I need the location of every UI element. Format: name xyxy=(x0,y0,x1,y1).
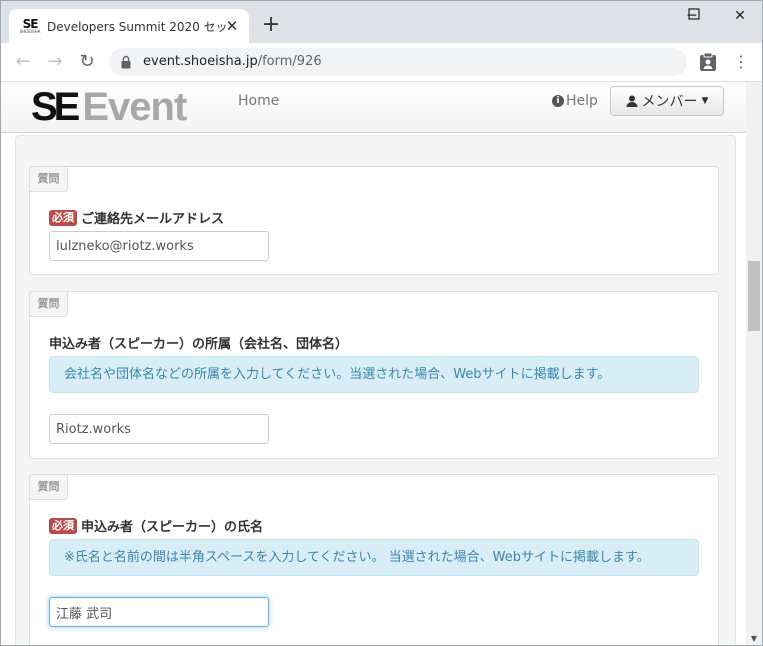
question-label-text: 申込み者（スピーカー）の所属（会社名、団体名） xyxy=(49,337,349,352)
forward-arrow-icon[interactable]: → xyxy=(43,50,67,74)
tab-close-icon[interactable]: ✕ xyxy=(223,17,241,35)
question-label-text: 申込み者（スピーカー）の氏名 xyxy=(81,520,264,535)
member-dropdown-button[interactable]: メンバー ▼ xyxy=(610,86,724,116)
logo-se: SE xyxy=(31,84,80,129)
caret-down-icon: ▼ xyxy=(701,96,709,106)
browser-tab[interactable]: SE SHOEISHA Developers Summit 2020 セッショ … xyxy=(9,9,249,43)
form-content: 質問 必須 ご連絡先メールアドレス 質問 申込み者（スピーカー）の所属（会社名、… xyxy=(1,133,746,645)
new-tab-icon[interactable]: + xyxy=(259,13,283,37)
window-close-icon[interactable]: ✕ xyxy=(726,5,754,27)
help-label: Help xyxy=(566,93,598,109)
email-field[interactable] xyxy=(49,231,269,261)
tab-title: Developers Summit 2020 セッショ xyxy=(47,19,227,34)
question-tag: 質問 xyxy=(29,474,68,500)
url-text: event.shoeisha.jp/form/926 xyxy=(143,54,322,69)
lock-icon xyxy=(121,55,131,69)
back-arrow-icon[interactable]: ← xyxy=(11,50,35,74)
url-host: event.shoeisha.jp xyxy=(143,54,258,69)
clipboard-extension-icon[interactable] xyxy=(699,52,717,72)
address-bar[interactable]: event.shoeisha.jp/form/926 xyxy=(109,48,687,76)
speaker-name-hint: ※氏名と名前の間は半角スペースを入力してください。 当選された場合、Webサイト… xyxy=(49,539,699,576)
scroll-down-arrow-icon[interactable]: ▼ xyxy=(750,635,758,643)
question-tag: 質問 xyxy=(29,291,68,317)
member-label: メンバー xyxy=(641,94,698,110)
home-link[interactable]: Home xyxy=(238,93,279,109)
favicon-subtext: SHOEISHA xyxy=(19,28,41,34)
se-event-logo[interactable]: SE Event xyxy=(31,84,187,130)
speaker-name-field[interactable] xyxy=(49,597,269,627)
question-label-speaker-name: 必須 申込み者（スピーカー）の氏名 xyxy=(49,516,263,535)
question-card-affiliation: 質問 申込み者（スピーカー）の所属（会社名、団体名） 会社名や団体名などの所属を… xyxy=(29,291,719,459)
question-card-speaker-name: 質問 必須 申込み者（スピーカー）の氏名 ※氏名と名前の間は半角スペースを入力し… xyxy=(29,474,719,645)
site-navbar: SE Event Home i Help メンバー ▼ xyxy=(1,82,746,133)
browser-menu-icon[interactable]: ⋮ xyxy=(731,50,751,74)
site-favicon-icon: SE SHOEISHA xyxy=(19,16,41,35)
user-icon xyxy=(626,95,638,107)
question-tag: 質問 xyxy=(29,166,68,192)
affiliation-hint: 会社名や団体名などの所属を入力してください。当選された場合、Webサイトに掲載し… xyxy=(49,356,699,393)
question-label-affiliation: 申込み者（スピーカー）の所属（会社名、団体名） xyxy=(49,333,348,352)
affiliation-field[interactable] xyxy=(49,414,269,444)
browser-window: SE SHOEISHA Developers Summit 2020 セッショ … xyxy=(0,0,763,646)
required-badge: 必須 xyxy=(49,517,77,534)
question-label-email: 必須 ご連絡先メールアドレス xyxy=(49,208,224,227)
url-path: /form/926 xyxy=(257,54,322,69)
page-scrollbar[interactable]: ▼ xyxy=(746,82,762,645)
help-link[interactable]: i Help xyxy=(552,93,598,109)
scrollbar-thumb[interactable] xyxy=(748,261,760,331)
required-badge: 必須 xyxy=(49,209,77,226)
tab-strip: SE SHOEISHA Developers Summit 2020 セッショ … xyxy=(1,1,762,43)
logo-event: Event xyxy=(82,84,187,129)
maximize-icon[interactable] xyxy=(680,3,708,25)
question-card-email: 質問 必須 ご連絡先メールアドレス xyxy=(29,166,719,275)
question-label-text: ご連絡先メールアドレス xyxy=(81,212,225,227)
browser-toolbar: ← → ↻ event.shoeisha.jp/form/926 ⋮ xyxy=(1,43,762,82)
info-icon: i xyxy=(552,95,564,107)
reload-icon[interactable]: ↻ xyxy=(75,50,99,74)
favicon-text: SE xyxy=(22,16,39,31)
